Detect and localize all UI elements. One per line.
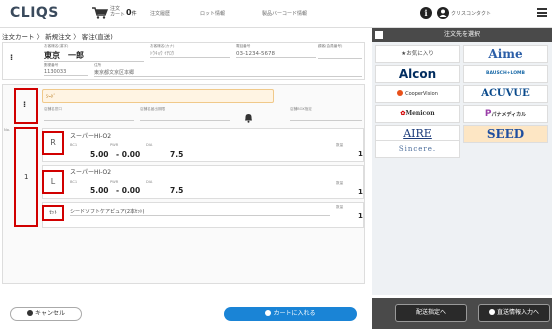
favorites-tab[interactable]: ★お気に入り	[375, 45, 460, 63]
left-pwr-value[interactable]: - 0.00	[116, 186, 140, 195]
brand-menicon[interactable]: ✿Menicon	[375, 105, 460, 123]
nav-lot-info[interactable]: ロット情報	[200, 10, 225, 17]
customer-kana-field[interactable]: ﾄｳｷｮｳ ｲﾁﾛｳ	[150, 50, 230, 58]
left-dia-label: DIA	[146, 180, 153, 184]
address-field[interactable]: 東京都文京区本郷	[94, 69, 362, 77]
brand-aime[interactable]: Aime	[463, 45, 548, 63]
brand-acuvue[interactable]: ACUVUE	[463, 85, 548, 103]
phone-label: 電話番号	[236, 44, 251, 48]
left-qty-label: 数量	[336, 181, 344, 185]
right-pwr-value[interactable]: - 0.00	[116, 150, 140, 159]
customer-menu-icon[interactable]: ⁝	[10, 53, 13, 62]
hamburger-menu-icon[interactable]	[537, 8, 547, 17]
right-pwr-label: PWR	[110, 143, 119, 147]
info-icon[interactable]: i	[420, 7, 432, 19]
box-designation-field[interactable]	[290, 120, 362, 121]
store-window-label: 店舗名窓口	[44, 107, 62, 111]
right-eye-toggle[interactable]: R	[42, 131, 64, 155]
cancel-icon	[26, 310, 33, 316]
cart-count: 0件	[126, 8, 137, 17]
row-no-label: No.	[4, 128, 10, 132]
check-icon	[265, 310, 272, 316]
right-bc-value[interactable]: 5.00	[90, 150, 109, 159]
brand-seed[interactable]: SEED	[463, 125, 548, 143]
zip-label: 郵便番号	[44, 63, 59, 67]
left-dia-value[interactable]: 7.5	[170, 186, 183, 195]
nav-order-history[interactable]: 注文履歴	[150, 10, 170, 17]
store-window-field[interactable]	[44, 120, 134, 121]
brand-alcon[interactable]: Alcon	[375, 65, 460, 83]
user-name[interactable]: クリスコンタクト	[451, 10, 491, 17]
customer-name-label: お客様名(漢字)	[44, 44, 69, 48]
store-delivery-field[interactable]	[140, 120, 230, 121]
brand-panamedical[interactable]: Pパナメディカル	[463, 105, 548, 123]
direct-delivery-info-button[interactable]: 直送情報入力へ	[478, 304, 550, 322]
left-bc-label: BC1	[70, 180, 78, 184]
breadcrumb: 注文カート 〉 新規注文 〉 客注(直送)	[2, 33, 113, 41]
add-to-cart-button[interactable]: カートに入れる	[224, 307, 357, 321]
set-toggle[interactable]: ｾｯﾄ	[42, 205, 64, 221]
phone-field[interactable]: 03-1234-5678	[236, 51, 316, 58]
left-pwr-label: PWR	[110, 180, 119, 184]
arrow-right-icon	[488, 309, 495, 315]
right-qty-label: 数量	[336, 143, 344, 147]
customer-name-field[interactable]: 東京 一郎	[44, 50, 144, 62]
cart-label[interactable]: 注文 カート	[110, 6, 126, 18]
left-qty-value[interactable]: 1	[358, 188, 363, 196]
app-logo[interactable]: CLIQS	[10, 5, 59, 21]
member-number-field[interactable]	[318, 58, 362, 59]
row-number: 1	[24, 173, 29, 181]
box-designation-label: 店舗BOX指定	[290, 107, 312, 111]
panel-collapse-icon[interactable]	[375, 31, 383, 39]
delivery-setting-button[interactable]: 配送指定へ	[395, 304, 467, 322]
left-bc-value[interactable]: 5.00	[90, 186, 109, 195]
right-dia-value[interactable]: 7.5	[170, 150, 183, 159]
user-icon[interactable]	[437, 7, 449, 19]
set-qty-value[interactable]: 1	[358, 212, 363, 220]
cart-icon[interactable]	[92, 7, 108, 19]
brand-coopervision[interactable]: CooperVision	[375, 85, 460, 103]
bell-icon[interactable]	[244, 113, 253, 123]
right-qty-value[interactable]: 1	[358, 150, 363, 158]
shop-menu-icon[interactable]: ⁝	[23, 100, 26, 109]
set-qty-label: 数量	[336, 205, 344, 209]
store-delivery-label: 店舗名届出期限	[140, 107, 166, 111]
care-product-field[interactable]: シードソフトケアピュア(2本ｾｯﾄ)	[70, 208, 330, 216]
address-label: 住所	[94, 63, 102, 67]
left-eye-toggle[interactable]: L	[42, 170, 64, 194]
coopervision-logo-icon	[397, 90, 404, 96]
nav-barcode-info[interactable]: 製品バーコード情報	[262, 10, 307, 17]
shop-search-input[interactable]: ｼｰﾄﾞ	[42, 89, 274, 103]
brand-bausch-lomb[interactable]: BAUSCH+LOMB	[463, 65, 548, 83]
zip-field[interactable]: 1130033	[44, 69, 88, 76]
right-dia-label: DIA	[146, 143, 153, 147]
right-eye-product[interactable]: スーパーHI-O2	[70, 131, 111, 140]
customer-kana-label: お客様名(カナ)	[150, 44, 175, 48]
app-header: CLIQS 注文 カート 0件 注文履歴 ロット情報 製品バーコード情報 i ク…	[0, 0, 552, 28]
cancel-button[interactable]: キャンセル	[10, 307, 82, 321]
brand-sincere[interactable]: Sincere.	[375, 140, 460, 158]
left-eye-product[interactable]: スーパーHI-O2	[70, 167, 111, 176]
supplier-panel-header: 注文先を選択	[372, 28, 552, 42]
right-bc-label: BC1	[70, 143, 78, 147]
member-number-label: 顧客(会員番号)	[318, 44, 343, 48]
